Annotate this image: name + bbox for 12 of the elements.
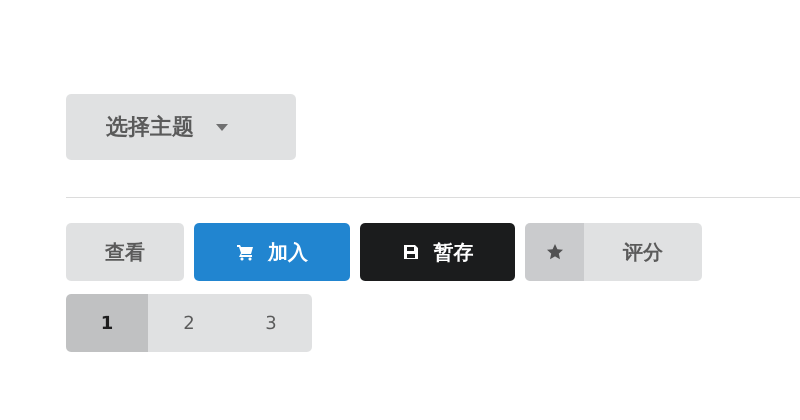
page-button[interactable]: 2 — [148, 294, 230, 352]
caret-icon — [216, 124, 228, 130]
add-button[interactable]: 加入 — [194, 223, 350, 281]
star-icon — [546, 243, 564, 261]
view-button[interactable]: 查看 — [66, 223, 184, 281]
page-button[interactable]: 1 — [66, 294, 148, 352]
save-button[interactable]: 暂存 — [360, 223, 515, 281]
theme-dropdown[interactable]: 选择主题 — [66, 94, 296, 160]
save-icon — [402, 243, 420, 261]
cart-icon — [236, 243, 254, 261]
rate-button[interactable]: 评分 — [525, 223, 702, 281]
page-button[interactable]: 3 — [230, 294, 312, 352]
